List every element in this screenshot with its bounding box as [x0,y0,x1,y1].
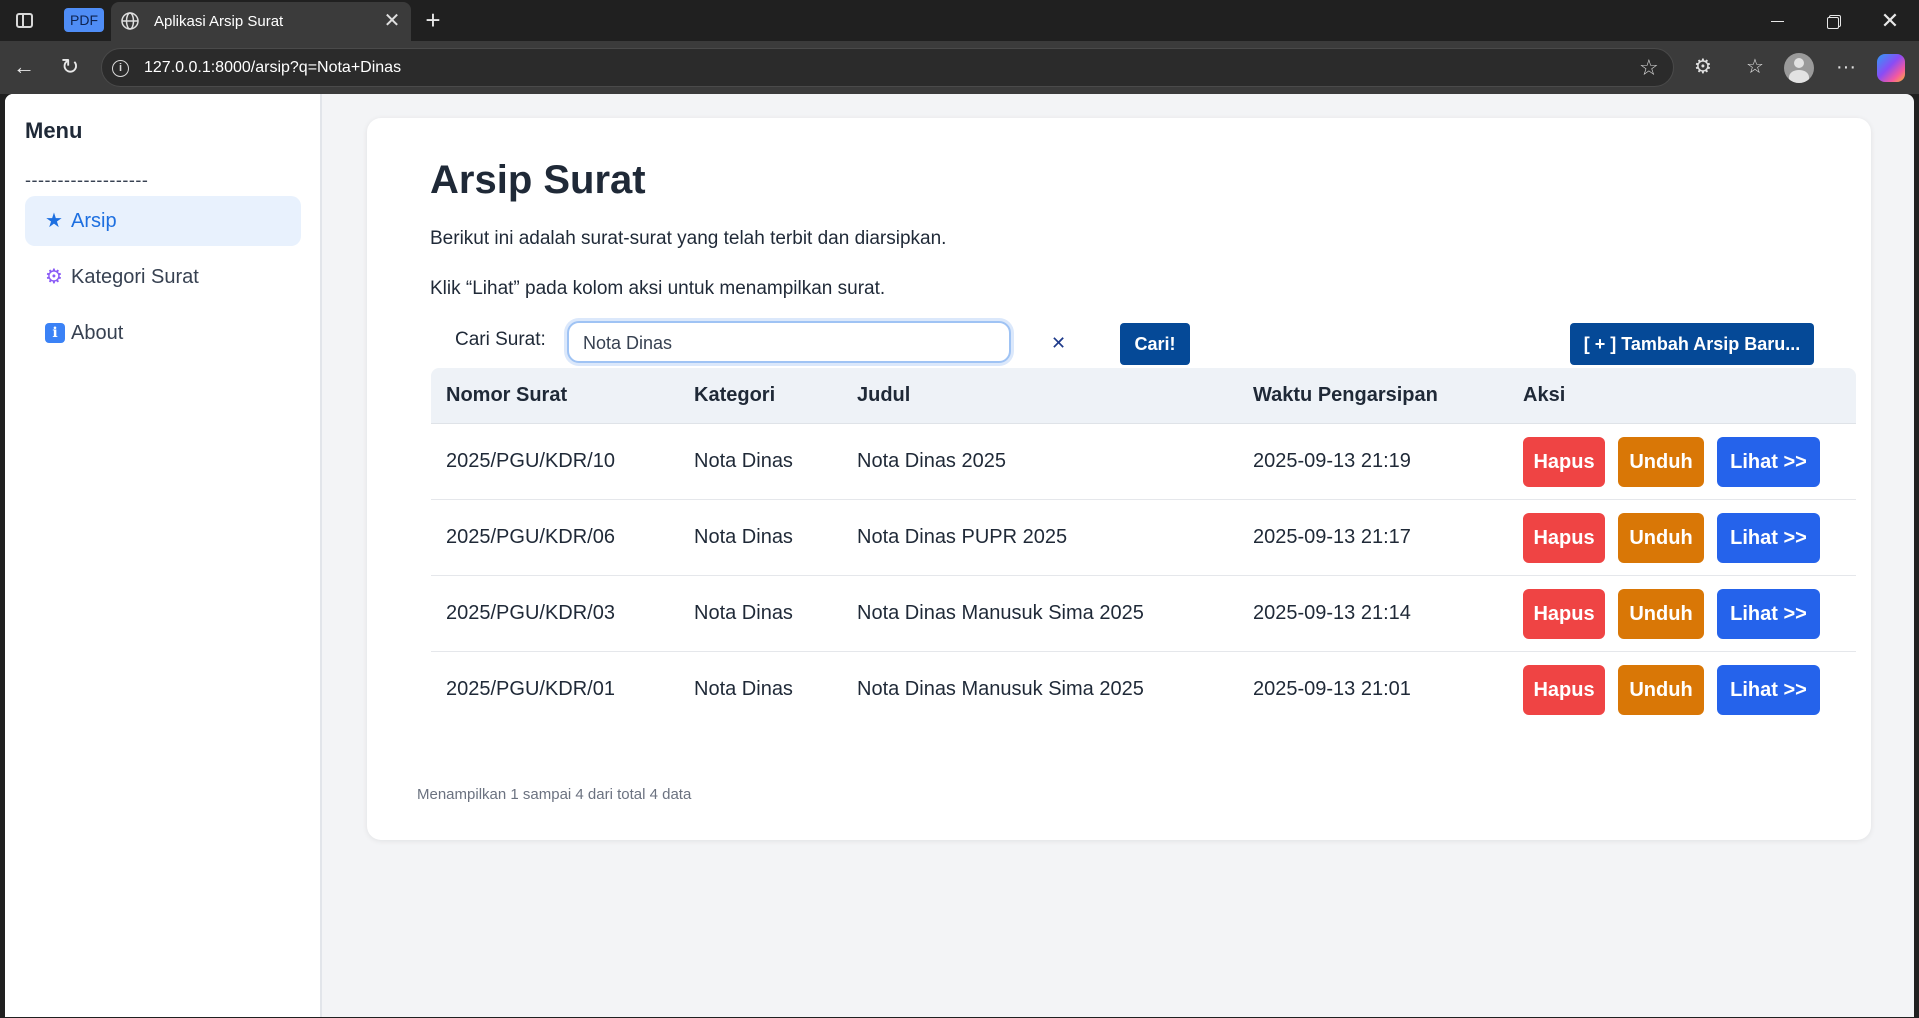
delete-button[interactable]: Hapus [1523,589,1605,639]
cell-nomor: 2025/PGU/KDR/06 [446,526,615,548]
add-archive-button[interactable]: [ + ] Tambah Arsip Baru... [1570,323,1814,365]
delete-button[interactable]: Hapus [1523,665,1605,715]
cell-waktu: 2025-09-13 21:14 [1253,602,1411,624]
view-button[interactable]: Lihat >> [1717,665,1820,715]
gear-icon: ⚙ [45,266,63,288]
cell-nomor: 2025/PGU/KDR/01 [446,678,615,700]
active-tab[interactable]: Aplikasi Arsip Surat ✕ [111,2,411,41]
tab-actions-icon[interactable] [12,9,36,31]
header-waktu-pengarsipan: Waktu Pengarsipan [1253,384,1438,406]
archive-card: Arsip Surat Berikut ini adalah surat-sur… [367,118,1871,840]
page-hint: Klik “Lihat” pada kolom aksi untuk menam… [430,278,886,299]
download-button[interactable]: Unduh [1618,437,1704,487]
info-icon: i [45,323,65,343]
page-title: Arsip Surat [430,158,646,202]
cell-kategori: Nota Dinas [694,602,793,624]
site-info-icon[interactable]: i [112,60,129,77]
header-judul: Judul [857,384,911,406]
cell-nomor: 2025/PGU/KDR/03 [446,602,615,624]
browser-tab-bar: PDF Aplikasi Arsip Surat ✕ + ✕ [0,0,1919,41]
delete-button[interactable]: Hapus [1523,513,1605,563]
window-close-icon[interactable]: ✕ [1875,6,1905,36]
reload-icon[interactable]: ↻ [54,51,86,83]
cell-waktu: 2025-09-13 21:01 [1253,678,1411,700]
extensions-icon[interactable]: ⚙ [1687,51,1719,83]
cell-kategori: Nota Dinas [694,450,793,472]
header-kategori: Kategori [694,384,776,406]
sidebar-title: Menu [25,118,83,143]
clear-search-icon[interactable]: ✕ [1051,334,1066,352]
sidebar-item-kategori-surat[interactable]: ⚙ Kategori Surat [25,252,301,302]
cell-judul: Nota Dinas Manusuk Sima 2025 [857,602,1144,624]
cell-waktu: 2025-09-13 21:19 [1253,450,1411,472]
sidebar-item-arsip[interactable]: ★ Arsip [25,196,301,246]
sidebar-item-label: Kategori Surat [71,266,199,288]
back-arrow-icon[interactable]: ← [8,51,40,83]
browser-toolbar: ← ↻ i 127.0.0.1:8000/arsip?q=Nota+Dinas … [0,41,1919,94]
more-options-icon[interactable]: ··· [1830,51,1862,83]
view-button[interactable]: Lihat >> [1717,513,1820,563]
download-button[interactable]: Unduh [1618,513,1704,563]
cell-judul: Nota Dinas 2025 [857,450,1006,472]
cell-judul: Nota Dinas PUPR 2025 [857,526,1068,548]
search-field[interactable]: ✕ [567,321,1066,363]
header-nomor-surat: Nomor Surat [446,384,568,406]
sidebar-item-label: About [71,322,124,344]
star-icon: ★ [45,210,63,232]
table-row: 2025/PGU/KDR/03 Nota Dinas Nota Dinas Ma… [431,576,1856,652]
url-text[interactable]: 127.0.0.1:8000/arsip?q=Nota+Dinas [144,59,401,77]
table-row: 2025/PGU/KDR/06 Nota Dinas Nota Dinas PU… [431,500,1856,576]
favorite-star-icon[interactable]: ☆ [1639,55,1659,81]
sidebar-item-about[interactable]: i About [25,308,301,358]
pagination-info: Menampilkan 1 sampai 4 dari total 4 data [417,786,692,803]
sidebar: Menu ------------------- ★ Arsip ⚙ Kategor… [5,94,322,1017]
minimize-icon[interactable] [1762,6,1792,36]
table-row: 2025/PGU/KDR/10 Nota Dinas Nota Dinas 20… [431,424,1856,500]
cell-kategori: Nota Dinas [694,678,793,700]
download-button[interactable]: Unduh [1618,665,1704,715]
table-row: 2025/PGU/KDR/01 Nota Dinas Nota Dinas Ma… [431,652,1856,728]
page-description: Berikut ini adalah surat-surat yang tela… [430,228,947,249]
new-tab-icon[interactable]: + [418,6,448,36]
cell-judul: Nota Dinas Manusuk Sima 2025 [857,678,1144,700]
restore-icon[interactable] [1818,6,1848,36]
pdf-tab-badge[interactable]: PDF [64,8,104,32]
view-button[interactable]: Lihat >> [1717,437,1820,487]
cell-nomor: 2025/PGU/KDR/10 [446,450,615,472]
header-aksi: Aksi [1523,384,1566,406]
favorites-icon[interactable]: ☆ [1739,51,1771,83]
download-button[interactable]: Unduh [1618,589,1704,639]
address-bar[interactable]: i 127.0.0.1:8000/arsip?q=Nota+Dinas ☆ [101,48,1674,87]
tab-title: Aplikasi Arsip Surat [154,13,284,30]
globe-icon [121,12,139,30]
copilot-icon[interactable] [1877,54,1905,82]
cell-kategori: Nota Dinas [694,526,793,548]
table-header: Nomor Surat Kategori Judul Waktu Pengars… [431,368,1856,424]
sidebar-item-label: Arsip [71,210,117,232]
close-tab-icon[interactable]: ✕ [380,9,404,33]
page-viewport: Menu ------------------- ★ Arsip ⚙ Kategor… [5,94,1914,1017]
profile-avatar-icon[interactable] [1784,53,1814,83]
view-button[interactable]: Lihat >> [1717,589,1820,639]
delete-button[interactable]: Hapus [1523,437,1605,487]
search-button[interactable]: Cari! [1120,323,1190,365]
search-label: Cari Surat: [455,329,546,350]
search-input[interactable] [583,331,963,355]
cell-waktu: 2025-09-13 21:17 [1253,526,1411,548]
sidebar-separator: ------------------- [25,170,149,190]
